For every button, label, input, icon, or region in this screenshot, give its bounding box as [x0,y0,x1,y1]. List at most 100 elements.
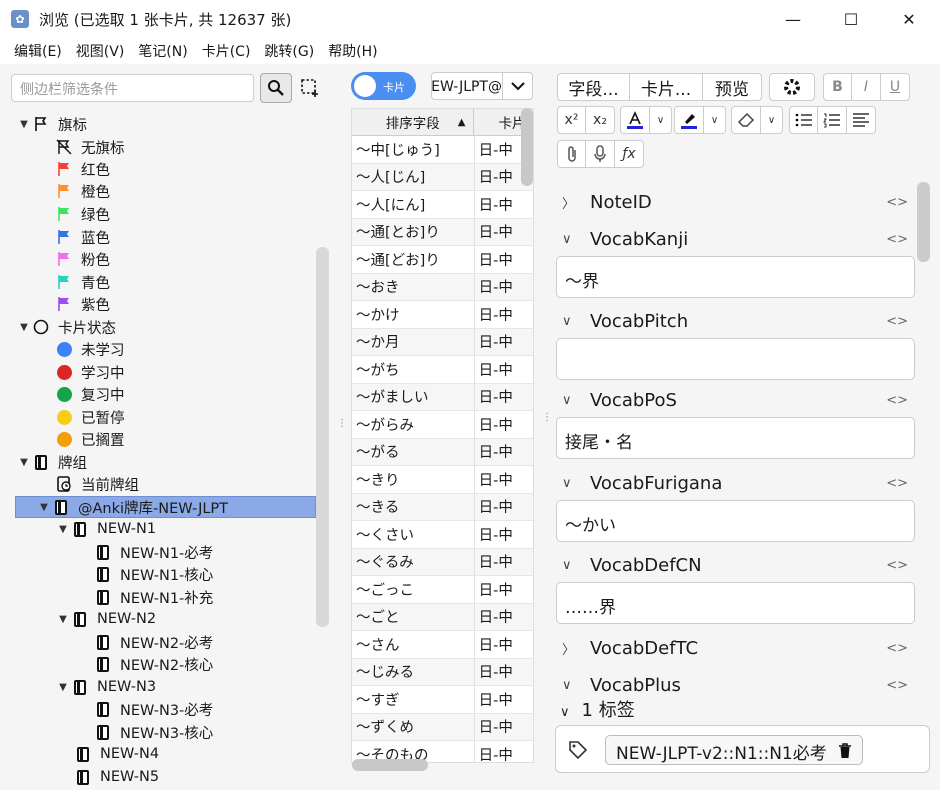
deck-filter-combo[interactable]: @Anki牌库-NEW-JLPT [431,72,533,100]
sidebar-decks[interactable]: ▼ 牌组 [16,451,87,473]
html-editor-icon[interactable]: <> [886,232,908,247]
chevron-down-icon[interactable]: ▼ [55,524,71,535]
chevron-down-icon[interactable]: ▼ [55,614,71,625]
chevron-down-icon[interactable]: ▼ [16,322,32,333]
sidebar-deck-n3-core[interactable]: NEW-N3-核心 [94,721,213,743]
table-row[interactable]: ～通[どお]り 日-中 [352,246,533,274]
sidebar-deck-n5[interactable]: NEW-N5 [74,766,159,788]
chevron-down-icon[interactable] [502,73,532,99]
html-editor-icon[interactable]: <> [886,393,908,408]
sidebar-item-current-deck[interactable]: 当前牌组 [55,473,139,495]
field-header-vocabplus[interactable]: ∨ VocabPlus <> [548,670,918,695]
chevron-right-icon[interactable]: 〉 [562,639,582,658]
settings-button[interactable] [769,73,815,101]
chevron-down-icon[interactable]: ∨ [560,705,570,720]
chevron-down-icon[interactable]: ▼ [55,682,71,693]
sidebar-item-green-flag[interactable]: 绿色 [55,203,110,225]
field-header-vocabkanji[interactable]: ∨ VocabKanji <> [548,224,918,254]
field-input-vocabpitch[interactable] [556,338,915,380]
sidebar-item-new[interactable]: 未学习 [55,338,125,360]
sidebar-deck-n1-supplement[interactable]: NEW-N1-补充 [94,586,213,608]
html-editor-icon[interactable]: <> [886,195,908,210]
table-row[interactable]: ～ぐるみ 日-中 [352,548,533,576]
eraser-dropdown[interactable]: ∨ [761,106,783,134]
trash-icon[interactable] [838,743,852,759]
bold-button[interactable]: B [823,73,852,101]
sidebar-card-state[interactable]: ▼ 卡片状态 [16,316,116,338]
select-tool-icon[interactable] [300,78,320,98]
table-row[interactable]: ～がる 日-中 [352,438,533,466]
field-header-vocabdefcn[interactable]: ∨ VocabDefCN <> [548,550,918,580]
sidebar-deck-n1-must[interactable]: NEW-N1-必考 [94,541,213,563]
splitter-handle[interactable]: ⋮ [337,418,347,429]
sidebar-deck-n1-core[interactable]: NEW-N1-核心 [94,563,213,585]
numbered-list-button[interactable] [818,106,847,134]
maximize-button[interactable]: ☐ [822,0,880,38]
chevron-down-icon[interactable]: ∨ [562,678,582,693]
record-button[interactable] [586,140,615,168]
menu-view[interactable]: 视图(V) [69,41,132,61]
sidebar-item-blue-flag[interactable]: 蓝色 [55,226,110,248]
attach-button[interactable] [557,140,586,168]
table-row[interactable]: ～ごっこ 日-中 [352,576,533,604]
table-row[interactable]: ～くさい 日-中 [352,521,533,549]
chevron-down-icon[interactable]: ∨ [562,393,582,408]
table-row[interactable]: ～おき 日-中 [352,273,533,301]
sidebar-item-orange-flag[interactable]: 橙色 [55,180,110,202]
field-input-vocabfurigana[interactable]: ～かい [556,500,915,542]
chevron-right-icon[interactable]: 〉 [562,193,582,212]
tag-editor[interactable]: NEW-JLPT-v2::N1::N1必考 [555,725,930,773]
field-header-vocabfurigana[interactable]: ∨ VocabFurigana <> [548,468,918,498]
sidebar-deck-n4[interactable]: NEW-N4 [74,743,159,765]
menu-go[interactable]: 跳转(G) [257,41,321,61]
table-row[interactable]: ～がましい 日-中 [352,383,533,411]
menu-cards[interactable]: 卡片(C) [195,41,258,61]
field-header-noteid[interactable]: 〉 NoteID <> [548,187,918,217]
html-editor-icon[interactable]: <> [886,678,908,693]
sidebar-item-no-flag[interactable]: 无旗标 [55,136,125,158]
sidebar-deck-n3[interactable]: ▼ NEW-N3 [55,676,156,698]
html-editor-icon[interactable]: <> [886,641,908,656]
sidebar-deck-root[interactable]: ▼ @Anki牌库-NEW-JLPT [36,496,228,518]
chevron-down-icon[interactable]: ∨ [562,314,582,329]
superscript-button[interactable]: x² [557,106,586,134]
text-color-button[interactable] [620,106,650,134]
highlight-color-button[interactable] [674,106,704,134]
sidebar-item-turquoise-flag[interactable]: 青色 [55,271,110,293]
chevron-down-icon[interactable]: ▼ [36,502,52,513]
menu-edit[interactable]: 编辑(E) [7,41,69,61]
menu-help[interactable]: 帮助(H) [321,41,384,61]
cards-button[interactable]: 卡片... [630,73,703,101]
table-row[interactable]: ～通[とお]り 日-中 [352,218,533,246]
function-button[interactable]: ƒx [615,140,644,168]
cards-notes-toggle[interactable]: 卡片 [351,72,416,100]
html-editor-icon[interactable]: <> [886,476,908,491]
minimize-button[interactable]: — [764,0,822,38]
chevron-down-icon[interactable]: ∨ [562,558,582,573]
chevron-down-icon[interactable]: ∨ [562,232,582,247]
table-vertical-scrollbar[interactable] [521,108,533,186]
sidebar-scrollbar[interactable] [316,247,329,627]
html-editor-icon[interactable]: <> [886,314,908,329]
table-row[interactable]: ～じみる 日-中 [352,658,533,686]
close-button[interactable]: ✕ [880,0,938,38]
field-header-vocabpitch[interactable]: ∨ VocabPitch <> [548,306,918,336]
chevron-down-icon[interactable]: ▼ [16,457,32,468]
field-input-vocabpos[interactable]: 接尾・名 [556,417,915,459]
preview-button[interactable]: 预览 [703,73,762,101]
sidebar-item-suspended[interactable]: 已暂停 [55,406,125,428]
table-row[interactable]: ～さん 日-中 [352,631,533,659]
sidebar-flags[interactable]: ▼ 旗标 [16,113,87,135]
highlight-color-dropdown[interactable]: ∨ [704,106,726,134]
tags-header[interactable]: ∨ 1 标签 [560,696,635,722]
table-row[interactable]: ～ごと 日-中 [352,603,533,631]
bullet-list-button[interactable] [789,106,818,134]
sidebar-item-pink-flag[interactable]: 粉色 [55,248,110,270]
table-row[interactable]: ～かけ 日-中 [352,301,533,329]
field-input-vocabdefcn[interactable]: ……界 [556,582,915,624]
table-row[interactable]: ～がらみ 日-中 [352,411,533,439]
sidebar-item-red-flag[interactable]: 红色 [55,158,110,180]
html-editor-icon[interactable]: <> [886,558,908,573]
editor-scrollbar[interactable] [917,182,930,262]
table-horizontal-scrollbar[interactable] [352,759,428,771]
